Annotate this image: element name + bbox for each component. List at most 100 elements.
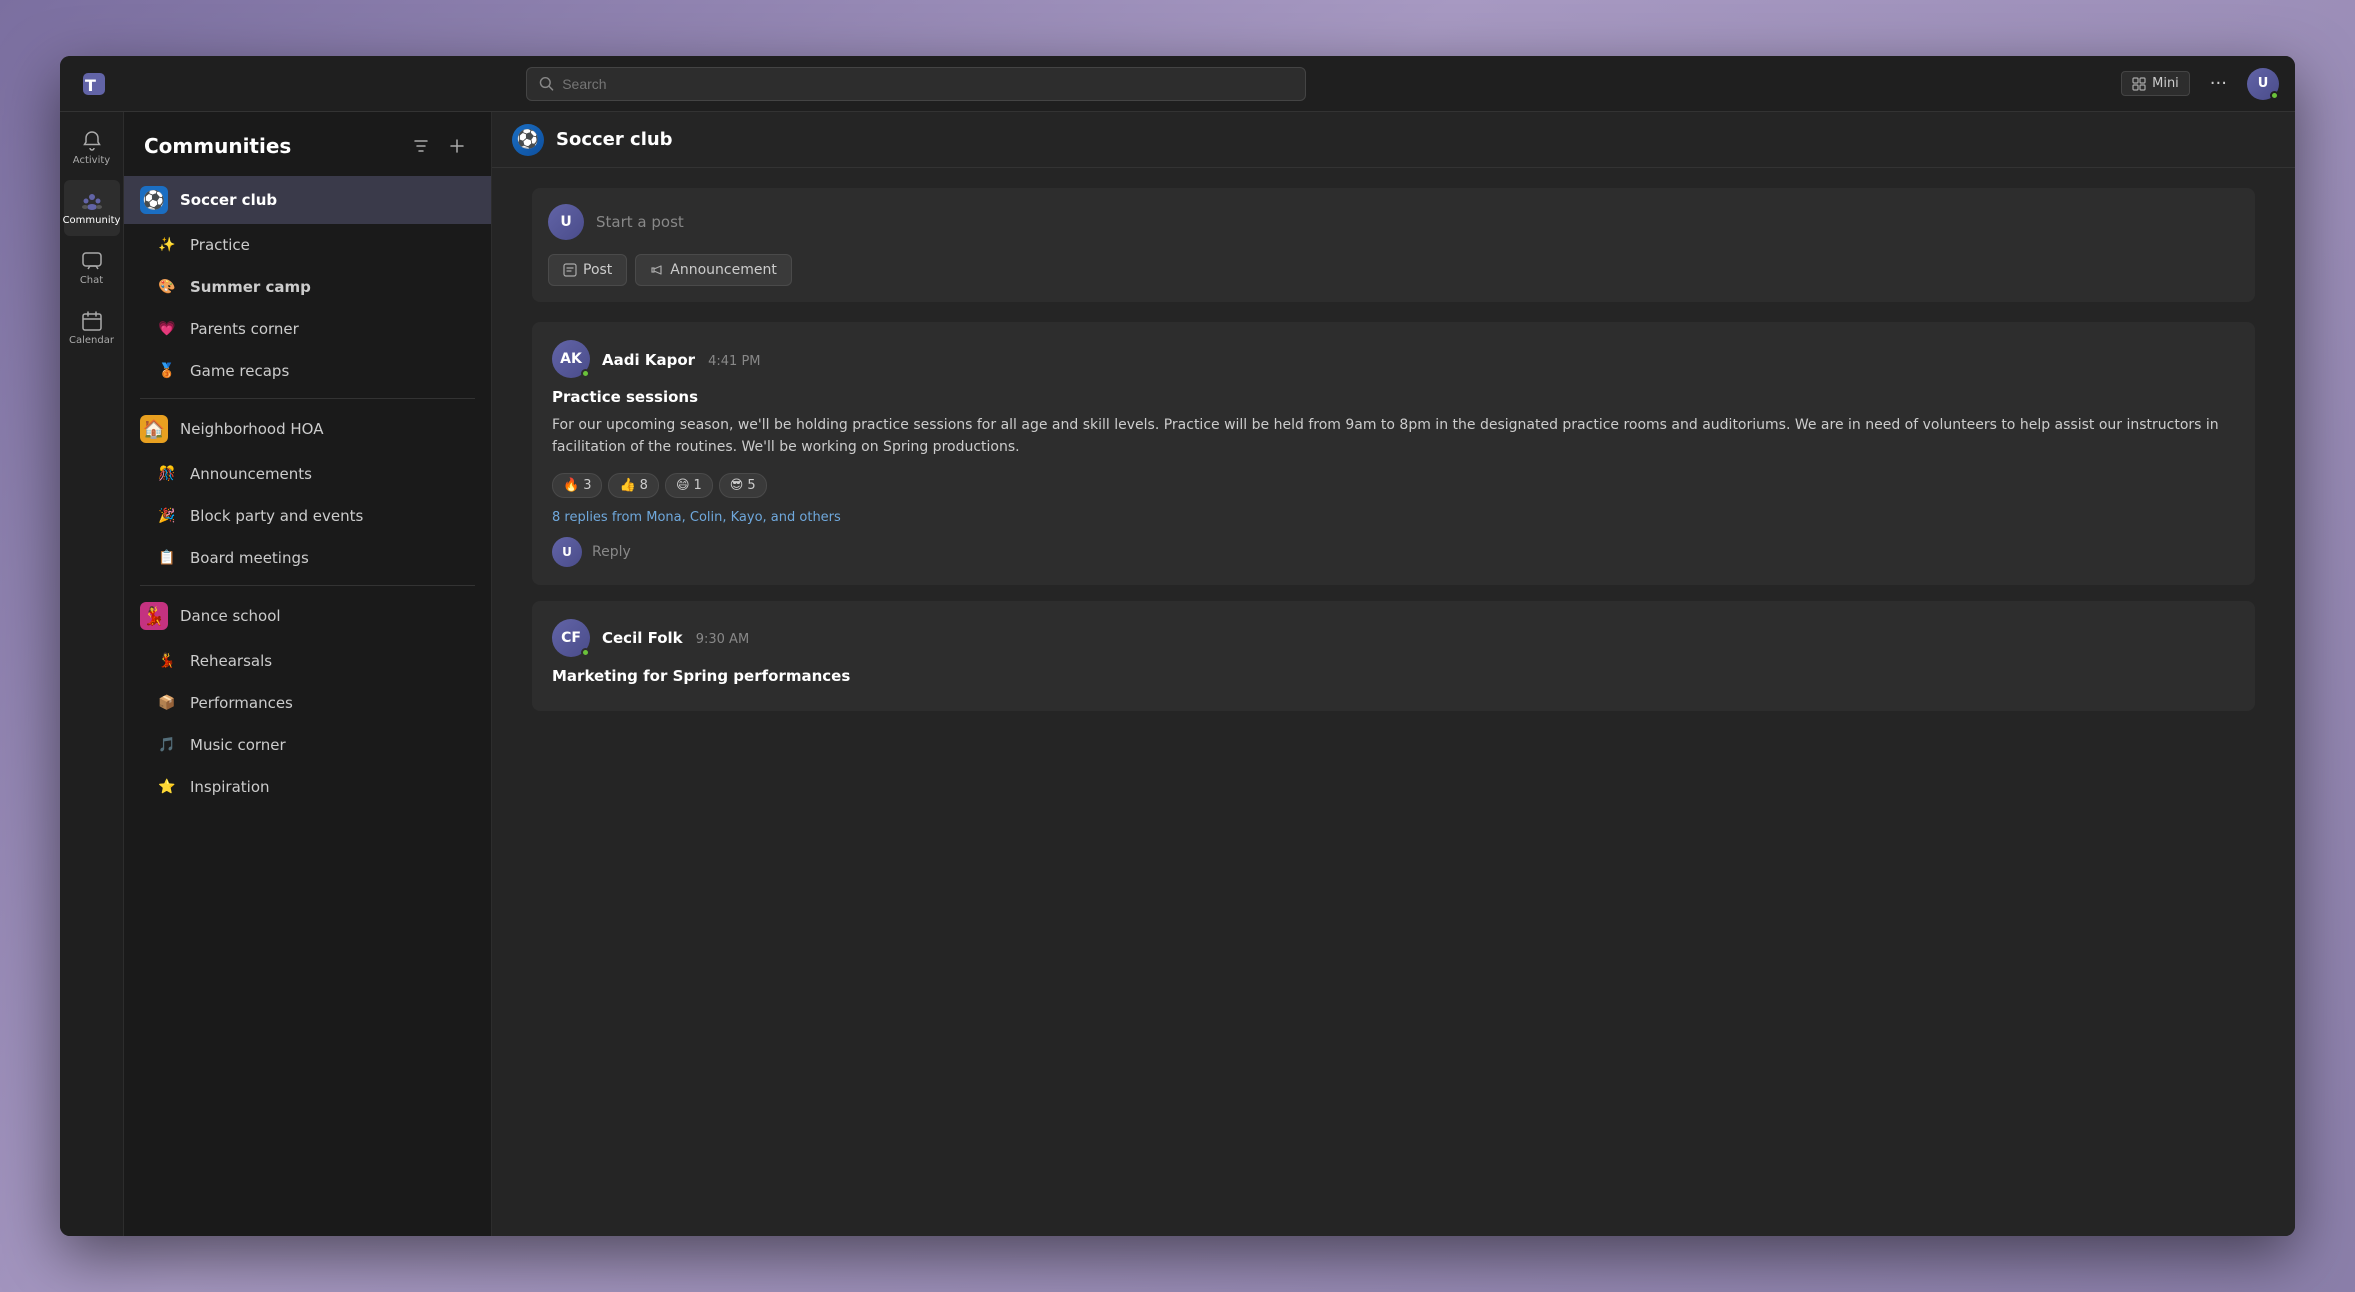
user-avatar[interactable]: U — [2247, 68, 2279, 100]
post-1-reactions: 🔥 3 👍 8 😄 1 😎 5 — [552, 473, 2235, 498]
reaction-thumbsup-emoji: 👍 — [619, 478, 635, 493]
community-item-inspiration[interactable]: ⭐ Inspiration — [124, 766, 491, 808]
dance-school-name: Dance school — [180, 607, 281, 625]
post-button[interactable]: Post — [548, 254, 627, 286]
music-corner-name: Music corner — [190, 736, 286, 754]
music-corner-icon: 🎵 — [156, 734, 178, 756]
more-button[interactable]: ··· — [2202, 69, 2235, 98]
mini-icon — [2132, 77, 2146, 91]
practice-icon: ✨ — [156, 234, 178, 256]
divider-2 — [140, 585, 475, 586]
community-item-block-party[interactable]: 🎉 Block party and events — [124, 495, 491, 537]
mini-button[interactable]: Mini — [2121, 71, 2190, 96]
reply-text[interactable]: Reply — [592, 544, 631, 560]
announcement-icon — [650, 263, 664, 277]
soccer-club-icon: ⚽ — [140, 186, 168, 214]
game-recaps-icon: 🥉 — [156, 360, 178, 382]
add-community-button[interactable] — [443, 132, 471, 160]
parents-corner-name: Parents corner — [190, 320, 299, 338]
post-1-time: 4:41 PM — [708, 354, 760, 369]
svg-text:T: T — [85, 76, 96, 95]
sidebar-item-chat[interactable]: Chat — [64, 240, 120, 296]
performances-icon: 📦 — [156, 692, 178, 714]
reaction-fire-emoji: 🔥 — [563, 478, 579, 493]
soccer-club-name: Soccer club — [180, 191, 277, 209]
community-item-rehearsals[interactable]: 💃 Rehearsals — [124, 640, 491, 682]
filter-icon — [413, 138, 429, 154]
game-recaps-name: Game recaps — [190, 362, 289, 380]
channel-title: Soccer club — [556, 129, 673, 150]
post-2-online — [581, 648, 590, 657]
community-item-soccer-club[interactable]: ⚽ Soccer club — [124, 176, 491, 224]
inspiration-name: Inspiration — [190, 778, 270, 796]
main-content: ⚽ Soccer club U Start a post — [492, 112, 2295, 1236]
community-label: Community — [63, 215, 121, 226]
search-icon — [539, 76, 555, 92]
parents-corner-icon: 💗 — [156, 318, 178, 340]
reaction-cool[interactable]: 😎 5 — [719, 473, 767, 498]
community-icon — [81, 190, 103, 212]
community-item-parents-corner[interactable]: 💗 Parents corner — [124, 308, 491, 350]
communities-list: ⚽ Soccer club ✨ Practice 🎨 Summer camp 💗… — [124, 172, 491, 1236]
post-2-time: 9:30 AM — [696, 632, 749, 647]
board-meetings-name: Board meetings — [190, 549, 309, 567]
community-group-hoa: 🏠 Neighborhood HOA 🎊 Announcements 🎉 Blo… — [124, 405, 491, 586]
post-2-title: Marketing for Spring performances — [552, 667, 2235, 685]
calendar-label: Calendar — [69, 335, 114, 346]
online-indicator — [2270, 91, 2279, 100]
practice-name: Practice — [190, 236, 250, 254]
post-2-author: Cecil Folk — [602, 629, 683, 647]
announcements-name: Announcements — [190, 465, 312, 483]
block-party-icon: 🎉 — [156, 505, 178, 527]
community-item-announcements[interactable]: 🎊 Announcements — [124, 453, 491, 495]
post-2-header: CF Cecil Folk 9:30 AM — [552, 619, 2235, 657]
community-item-hoa[interactable]: 🏠 Neighborhood HOA — [124, 405, 491, 453]
community-item-practice[interactable]: ✨ Practice — [124, 224, 491, 266]
search-input[interactable] — [562, 76, 1293, 92]
community-item-board-meetings[interactable]: 📋 Board meetings — [124, 537, 491, 579]
announcement-button[interactable]: Announcement — [635, 254, 792, 286]
app-window: T Mini ··· U — [60, 56, 2295, 1236]
reaction-fire[interactable]: 🔥 3 — [552, 473, 602, 498]
sidebar-item-calendar[interactable]: Calendar — [64, 300, 120, 356]
communities-title: Communities — [144, 134, 291, 158]
reaction-smile[interactable]: 😄 1 — [665, 473, 713, 498]
post-card-1: AK Aadi Kapor 4:41 PM Practice sessions … — [532, 322, 2255, 585]
community-item-performances[interactable]: 📦 Performances — [124, 682, 491, 724]
community-item-summer-camp[interactable]: 🎨 Summer camp — [124, 266, 491, 308]
board-meetings-icon: 📋 — [156, 547, 178, 569]
composer-placeholder[interactable]: Start a post — [596, 213, 684, 231]
rehearsals-name: Rehearsals — [190, 652, 272, 670]
search-bar[interactable] — [526, 67, 1306, 101]
inspiration-icon: ⭐ — [156, 776, 178, 798]
post-icon — [563, 263, 577, 277]
sidebar-item-community[interactable]: Community — [64, 180, 120, 236]
performances-name: Performances — [190, 694, 293, 712]
header-actions — [407, 132, 471, 160]
reaction-thumbs-up[interactable]: 👍 8 — [608, 473, 658, 498]
composer-top: U Start a post — [548, 204, 2239, 240]
post-1-avatar: AK — [552, 340, 590, 378]
summer-camp-name: Summer camp — [190, 278, 311, 296]
replies-link[interactable]: 8 replies from Mona, Colin, Kayo, and ot… — [552, 510, 2235, 525]
activity-label: Activity — [73, 155, 110, 166]
feed: U Start a post Post — [492, 168, 2295, 1236]
post-composer: U Start a post Post — [532, 188, 2255, 302]
community-item-game-recaps[interactable]: 🥉 Game recaps — [124, 350, 491, 392]
announcement-label: Announcement — [670, 262, 777, 278]
reaction-cool-count: 5 — [747, 478, 755, 493]
divider-1 — [140, 398, 475, 399]
filter-button[interactable] — [407, 132, 435, 160]
main-layout: Activity Community Chat — [60, 112, 2295, 1236]
sidebar-item-activity[interactable]: Activity — [64, 120, 120, 176]
calendar-icon — [81, 310, 103, 332]
rehearsals-icon: 💃 — [156, 650, 178, 672]
post-1-author: Aadi Kapor — [602, 351, 695, 369]
chat-label: Chat — [80, 275, 103, 286]
communities-panel: Communities — [124, 112, 492, 1236]
bell-icon — [81, 130, 103, 152]
community-item-dance-school[interactable]: 💃 Dance school — [124, 592, 491, 640]
block-party-name: Block party and events — [190, 507, 363, 525]
community-item-music-corner[interactable]: 🎵 Music corner — [124, 724, 491, 766]
composer-avatar: U — [548, 204, 584, 240]
